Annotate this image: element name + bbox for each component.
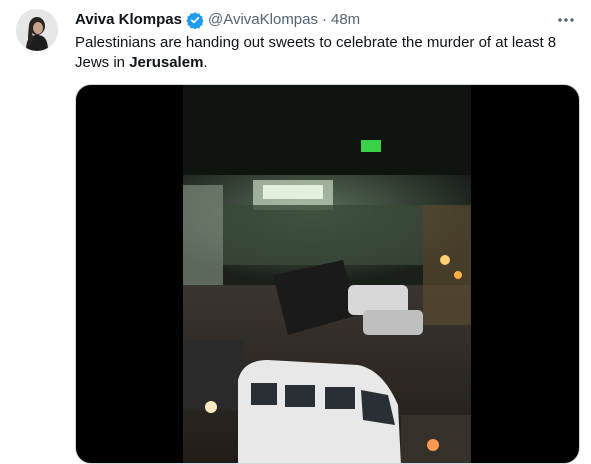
more-options-icon[interactable] [553, 7, 579, 33]
tweet-text: Palestinians are handing out sweets to c… [75, 33, 575, 73]
verified-badge-icon[interactable] [186, 11, 204, 30]
tweet-header: Aviva Klompas @AvivaKlompas · 48m [75, 10, 360, 30]
tweet-text-bold: Jerusalem [129, 54, 204, 71]
avatar[interactable] [16, 9, 58, 51]
tweet-timestamp[interactable]: 48m [331, 10, 360, 30]
video-frame [183, 85, 471, 463]
separator-dot: · [322, 11, 327, 28]
tweet-video[interactable] [75, 84, 580, 464]
author-handle[interactable]: @AvivaKlompas [208, 10, 318, 30]
tweet-text-end: . [203, 54, 208, 71]
author-name[interactable]: Aviva Klompas [75, 10, 182, 30]
